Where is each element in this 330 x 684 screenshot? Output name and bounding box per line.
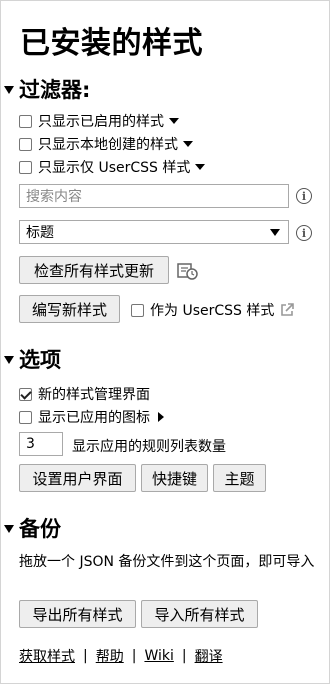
backup-heading: 备份 bbox=[19, 517, 61, 541]
search-input[interactable]: 搜索内容 bbox=[19, 184, 289, 208]
search-placeholder: 搜索内容 bbox=[26, 189, 82, 205]
show-icons-label: 显示已应用的图标 bbox=[38, 410, 150, 426]
chevron-down-icon[interactable] bbox=[169, 118, 179, 124]
show-icons-checkbox[interactable] bbox=[19, 410, 32, 424]
chevron-down-icon bbox=[270, 228, 280, 236]
usercss-checkbox[interactable] bbox=[131, 303, 144, 317]
check-updates-button[interactable]: 检查所有样式更新 bbox=[19, 256, 169, 284]
chevron-right-icon[interactable] bbox=[158, 412, 164, 422]
chevron-down-icon[interactable] bbox=[195, 164, 206, 170]
collapse-triangle-icon bbox=[4, 525, 14, 533]
filters-heading: 过滤器: bbox=[19, 78, 91, 102]
shortcuts-button[interactable]: 快捷键 bbox=[141, 464, 208, 492]
filter-usercss-checkbox[interactable] bbox=[19, 160, 32, 174]
link-separator: | bbox=[83, 648, 88, 664]
usercss-option[interactable]: 作为 UserCSS 样式 bbox=[131, 300, 295, 320]
filter-local-label: 只显示本地创建的样式 bbox=[38, 137, 178, 153]
write-new-style-button[interactable]: 编写新样式 bbox=[19, 295, 120, 323]
external-link-icon[interactable] bbox=[280, 303, 295, 317]
filter-local-only[interactable]: 只显示本地创建的样式 bbox=[19, 134, 193, 154]
get-styles-link[interactable]: 获取样式 bbox=[19, 646, 75, 666]
filter-local-checkbox[interactable] bbox=[19, 137, 32, 151]
sort-select-value: 标题 bbox=[26, 225, 54, 241]
chevron-down-icon[interactable] bbox=[183, 141, 193, 147]
collapse-triangle-icon bbox=[4, 86, 14, 94]
option-show-icons[interactable]: 显示已应用的图标 bbox=[19, 407, 164, 427]
page-title: 已安装的样式 bbox=[20, 26, 203, 61]
export-button[interactable]: 导出所有样式 bbox=[19, 600, 136, 628]
update-history-icon[interactable] bbox=[177, 261, 199, 281]
options-section-toggle[interactable]: 选项 bbox=[4, 344, 61, 374]
filter-enabled-label: 只显示已启用的样式 bbox=[38, 114, 164, 130]
rules-count-value: 3 bbox=[26, 436, 35, 452]
wiki-link[interactable]: Wiki bbox=[144, 648, 173, 664]
filter-usercss-label: 只显示仅 UserCSS 样式 bbox=[38, 160, 191, 176]
sort-select[interactable]: 标题 bbox=[19, 220, 289, 244]
help-link[interactable]: 帮助 bbox=[96, 646, 124, 666]
backup-section-toggle[interactable]: 备份 bbox=[4, 513, 61, 543]
info-icon[interactable]: i bbox=[296, 225, 312, 241]
link-separator: | bbox=[131, 648, 137, 664]
import-button[interactable]: 导入所有样式 bbox=[141, 600, 258, 628]
theme-button[interactable]: 主题 bbox=[213, 464, 266, 492]
filter-enabled-only[interactable]: 只显示已启用的样式 bbox=[19, 111, 179, 131]
filter-usercss-only[interactable]: 只显示仅 UserCSS 样式 bbox=[19, 157, 206, 177]
new-ui-label: 新的样式管理界面 bbox=[38, 387, 150, 403]
filters-section-toggle[interactable]: 过滤器: bbox=[4, 74, 90, 104]
option-new-ui[interactable]: 新的样式管理界面 bbox=[19, 384, 150, 404]
options-heading: 选项 bbox=[19, 348, 61, 372]
usercss-label: 作为 UserCSS 样式 bbox=[150, 303, 275, 319]
new-ui-checkbox[interactable] bbox=[19, 387, 32, 401]
link-separator: | bbox=[181, 648, 187, 664]
backup-description: 拖放一个 JSON 备份文件到这个页面，即可导入 bbox=[19, 554, 315, 570]
rules-count-input[interactable]: 3 bbox=[19, 432, 63, 456]
ui-settings-button[interactable]: 设置用户界面 bbox=[19, 464, 136, 492]
translate-link[interactable]: 翻译 bbox=[195, 646, 223, 666]
collapse-triangle-icon bbox=[4, 356, 14, 364]
footer-links: 获取样式 | 帮助 | Wiki | 翻译 bbox=[19, 646, 223, 666]
filter-enabled-checkbox[interactable] bbox=[19, 114, 32, 128]
rules-count-label: 显示应用的规则列表数量 bbox=[72, 439, 226, 455]
info-icon[interactable]: i bbox=[296, 188, 312, 204]
